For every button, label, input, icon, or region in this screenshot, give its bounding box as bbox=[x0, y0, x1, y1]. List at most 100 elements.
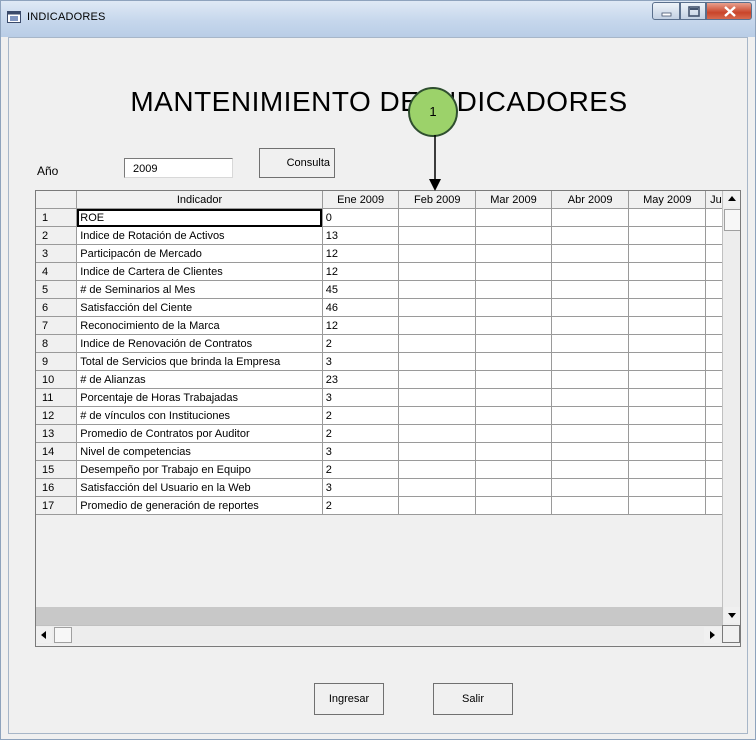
indicator-cell[interactable]: # de vínculos con Instituciones bbox=[76, 406, 323, 425]
value-cell[interactable] bbox=[398, 226, 477, 245]
close-button[interactable] bbox=[706, 2, 752, 20]
value-cell[interactable] bbox=[551, 406, 630, 425]
indicator-cell[interactable]: Participacón de Mercado bbox=[76, 244, 323, 263]
value-cell[interactable]: 0 bbox=[322, 208, 400, 227]
value-cell[interactable] bbox=[398, 370, 477, 389]
value-cell[interactable] bbox=[475, 388, 552, 407]
value-cell[interactable] bbox=[475, 352, 552, 371]
indicator-cell[interactable]: # de Seminarios al Mes bbox=[76, 280, 323, 299]
value-cell[interactable] bbox=[551, 298, 630, 317]
value-cell[interactable] bbox=[628, 442, 707, 461]
value-cell[interactable] bbox=[628, 478, 707, 497]
value-cell[interactable] bbox=[398, 298, 477, 317]
vertical-scrollbar[interactable] bbox=[722, 191, 740, 625]
indicator-cell[interactable]: Promedio de generación de reportes bbox=[76, 496, 323, 515]
value-cell[interactable] bbox=[628, 244, 707, 263]
value-cell[interactable] bbox=[551, 226, 630, 245]
value-cell[interactable] bbox=[398, 262, 477, 281]
scroll-down-button[interactable] bbox=[724, 607, 740, 623]
value-cell[interactable] bbox=[628, 424, 707, 443]
indicators-grid[interactable]: Indicador Ene 2009 Feb 2009 Mar 2009 Abr… bbox=[35, 190, 741, 647]
scroll-left-button[interactable] bbox=[36, 627, 52, 643]
indicator-cell[interactable]: Total de Servicios que brinda la Empresa bbox=[76, 352, 323, 371]
value-cell[interactable]: 12 bbox=[322, 262, 400, 281]
indicator-cell[interactable]: Nivel de competencias bbox=[76, 442, 323, 461]
value-cell[interactable] bbox=[551, 352, 630, 371]
value-cell[interactable] bbox=[628, 208, 707, 227]
value-cell[interactable] bbox=[398, 352, 477, 371]
value-cell[interactable] bbox=[551, 334, 630, 353]
value-cell[interactable] bbox=[475, 334, 552, 353]
value-cell[interactable] bbox=[398, 442, 477, 461]
value-cell[interactable] bbox=[628, 280, 707, 299]
value-cell[interactable] bbox=[628, 370, 707, 389]
value-cell[interactable] bbox=[398, 316, 477, 335]
value-cell[interactable] bbox=[475, 262, 552, 281]
value-cell[interactable] bbox=[475, 208, 552, 227]
value-cell[interactable] bbox=[551, 424, 630, 443]
value-cell[interactable]: 45 bbox=[322, 280, 400, 299]
value-cell[interactable] bbox=[628, 226, 707, 245]
value-cell[interactable] bbox=[551, 244, 630, 263]
value-cell[interactable] bbox=[551, 478, 630, 497]
value-cell[interactable] bbox=[551, 316, 630, 335]
value-cell[interactable] bbox=[551, 208, 630, 227]
column-header[interactable]: Mar 2009 bbox=[475, 191, 552, 209]
salir-button[interactable]: Salir bbox=[433, 683, 513, 715]
value-cell[interactable] bbox=[475, 460, 552, 479]
value-cell[interactable] bbox=[628, 352, 707, 371]
value-cell[interactable] bbox=[398, 244, 477, 263]
value-cell[interactable] bbox=[628, 316, 707, 335]
value-cell[interactable]: 2 bbox=[322, 406, 400, 425]
column-header[interactable]: Ene 2009 bbox=[322, 191, 400, 209]
horizontal-scrollbar[interactable] bbox=[36, 625, 722, 644]
column-header[interactable]: May 2009 bbox=[628, 191, 707, 209]
indicator-cell[interactable]: Satisfacción del Ciente bbox=[76, 298, 323, 317]
indicator-cell[interactable]: Indice de Renovación de Contratos bbox=[76, 334, 323, 353]
maximize-button[interactable] bbox=[680, 2, 706, 20]
value-cell[interactable] bbox=[551, 388, 630, 407]
value-cell[interactable]: 3 bbox=[322, 388, 400, 407]
value-cell[interactable]: 23 bbox=[322, 370, 400, 389]
indicator-cell[interactable]: Desempeño por Trabajo en Equipo bbox=[76, 460, 323, 479]
value-cell[interactable] bbox=[628, 298, 707, 317]
value-cell[interactable]: 2 bbox=[322, 460, 400, 479]
value-cell[interactable] bbox=[398, 460, 477, 479]
value-cell[interactable] bbox=[398, 334, 477, 353]
column-header[interactable]: Indicador bbox=[76, 191, 323, 209]
value-cell[interactable] bbox=[628, 496, 707, 515]
value-cell[interactable] bbox=[398, 424, 477, 443]
indicator-cell[interactable]: Indice de Rotación de Activos bbox=[76, 226, 323, 245]
indicator-cell[interactable]: Satisfacción del Usuario en la Web bbox=[76, 478, 323, 497]
indicator-cell[interactable]: Indice de Cartera de Clientes bbox=[76, 262, 323, 281]
value-cell[interactable]: 2 bbox=[322, 334, 400, 353]
value-cell[interactable] bbox=[551, 262, 630, 281]
value-cell[interactable] bbox=[475, 280, 552, 299]
value-cell[interactable] bbox=[628, 262, 707, 281]
title-bar[interactable]: INDICADORES bbox=[1, 1, 755, 37]
value-cell[interactable]: 2 bbox=[322, 424, 400, 443]
value-cell[interactable]: 3 bbox=[322, 442, 400, 461]
value-cell[interactable]: 3 bbox=[322, 352, 400, 371]
value-cell[interactable] bbox=[551, 442, 630, 461]
value-cell[interactable] bbox=[475, 226, 552, 245]
value-cell[interactable] bbox=[398, 406, 477, 425]
indicator-cell[interactable]: Reconocimiento de la Marca bbox=[76, 316, 323, 335]
value-cell[interactable]: 46 bbox=[322, 298, 400, 317]
minimize-button[interactable] bbox=[652, 2, 680, 20]
value-cell[interactable] bbox=[475, 496, 552, 515]
value-cell[interactable] bbox=[628, 388, 707, 407]
value-cell[interactable] bbox=[398, 280, 477, 299]
value-cell[interactable] bbox=[551, 370, 630, 389]
value-cell[interactable] bbox=[398, 478, 477, 497]
value-cell[interactable] bbox=[475, 244, 552, 263]
value-cell[interactable] bbox=[398, 388, 477, 407]
value-cell[interactable]: 12 bbox=[322, 316, 400, 335]
scroll-right-button[interactable] bbox=[704, 627, 720, 643]
value-cell[interactable] bbox=[628, 460, 707, 479]
value-cell[interactable]: 12 bbox=[322, 244, 400, 263]
value-cell[interactable] bbox=[475, 478, 552, 497]
value-cell[interactable] bbox=[475, 442, 552, 461]
column-header[interactable]: Feb 2009 bbox=[398, 191, 477, 209]
indicator-cell[interactable]: # de Alianzas bbox=[76, 370, 323, 389]
